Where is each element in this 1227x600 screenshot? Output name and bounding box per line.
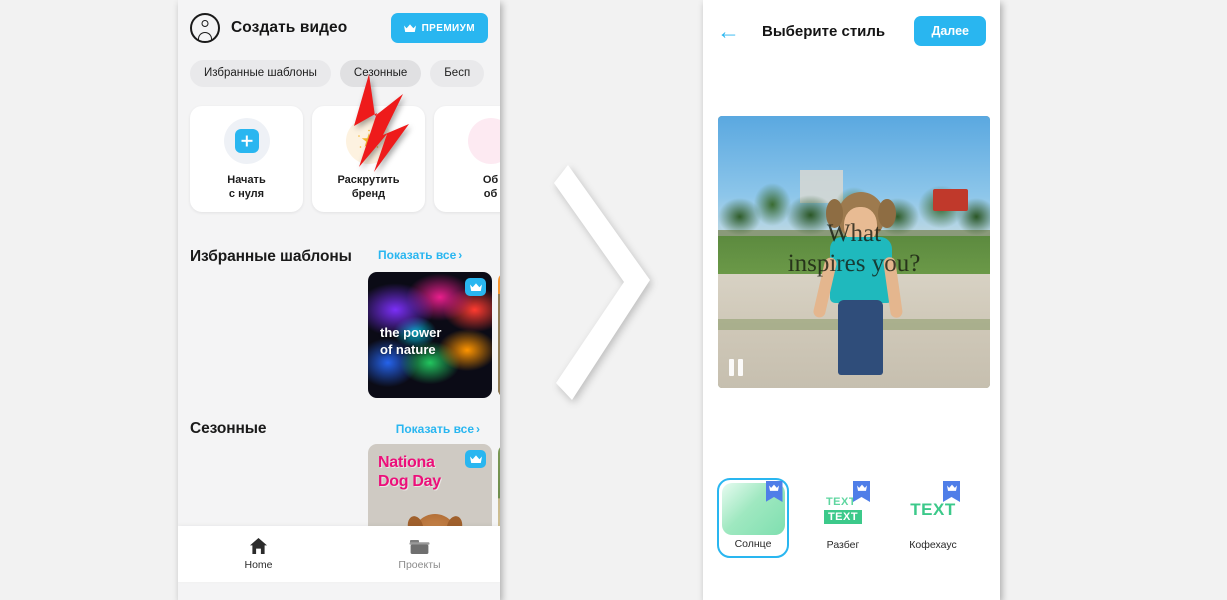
next-button[interactable]: Далее (914, 16, 986, 46)
chevron-right-arrow-icon (554, 165, 664, 400)
section-title: Избранные шаблоны (190, 248, 352, 265)
template-card-power-of-nature[interactable]: the power of nature (368, 272, 492, 398)
plus-square-icon-wrap (223, 117, 270, 164)
folder-icon (409, 538, 430, 555)
section-title: Сезонные (190, 420, 267, 437)
quick-card-start-from-scratch[interactable]: Начать с нуля (190, 106, 303, 212)
style-label: Кофехаус (909, 539, 957, 551)
right-page-title: Выберите стиль (762, 22, 886, 40)
style-label: Разбег (826, 539, 860, 551)
premium-button[interactable]: ПРЕМИУМ (390, 13, 488, 43)
red-lightning-arrow-icon (333, 72, 433, 197)
style-preview-text: TEXT (910, 499, 956, 519)
crown-badge-icon (765, 481, 783, 502)
pause-icon[interactable] (729, 359, 745, 376)
bottom-navigation: Home Проекты (178, 526, 500, 582)
section-header-featured: Избранные шаблоны Показать все › (190, 248, 490, 266)
template-card-text: Nationa Dog Day (378, 454, 441, 490)
style-label: Солнце (734, 538, 772, 550)
pill-free[interactable]: Бесп (430, 59, 485, 87)
quick-card-label: Об об (482, 173, 499, 200)
style-item-razbeg[interactable]: TEXT TEXT Разбег (807, 478, 879, 558)
account-circle-icon[interactable] (190, 13, 220, 43)
right-header: ← Выберите стиль Далее (703, 0, 1000, 62)
style-item-sun[interactable]: Солнце (717, 478, 789, 558)
quick-card-third-cutoff[interactable]: Об об (434, 106, 500, 212)
crown-badge-icon (465, 450, 486, 468)
category-pill-row[interactable]: Избранные шаблоны Сезонные Бесп (178, 56, 485, 90)
left-header: Создать видео ПРЕМИУМ (178, 0, 500, 56)
crown-icon (403, 23, 416, 33)
style-thumb-text-chips: TEXT TEXT (814, 481, 872, 536)
style-preview-text: TEXT (823, 509, 863, 524)
video-subject-girl (811, 192, 904, 376)
home-icon (249, 537, 268, 555)
style-thumb-big-text: TEXT (904, 481, 962, 536)
video-bus (932, 189, 969, 212)
featured-template-row: the power of nature NEW Е с (368, 272, 500, 398)
quick-card-label: Начать с нуля (227, 173, 266, 200)
video-preview[interactable]: What inspires you? (718, 116, 990, 388)
phone-right-style-screen: ← Выберите стиль Далее What inspires you… (703, 0, 1000, 600)
nav-item-projects-label: Проекты (398, 558, 441, 571)
page-title: Создать видео (231, 19, 348, 36)
circle-icon-wrap (467, 117, 500, 164)
style-preview-text: TEXT (825, 495, 857, 508)
nav-item-home-label: Home (244, 559, 273, 571)
template-card-text: the power of nature (380, 325, 442, 357)
show-all-seasonal-link[interactable]: Показать все › (396, 422, 480, 436)
premium-button-label: ПРЕМИУМ (421, 22, 475, 34)
girl-jeans (838, 299, 884, 376)
girl-shirt (829, 237, 893, 304)
crown-badge-icon (465, 278, 486, 296)
bread-photo (498, 294, 500, 398)
nav-item-projects[interactable]: Проекты (339, 526, 500, 582)
style-thumb-green-box-text: TEXTTEXT (994, 483, 1000, 536)
style-selector-strip: Солнце TEXT TEXT Разбег TEXT Кофехаус (717, 478, 1000, 558)
style-item-kofehaus[interactable]: TEXT Кофехаус (897, 478, 969, 558)
template-card-bread[interactable]: NEW (498, 272, 500, 398)
plus-square-icon (234, 128, 259, 153)
show-all-featured-link[interactable]: Показать все › (378, 248, 462, 262)
style-item-radosti[interactable]: TEXTTEXT Радости (987, 478, 1000, 558)
pill-favorites[interactable]: Избранные шаблоны (190, 59, 331, 87)
section-header-seasonal: Сезонные Показать все › (190, 420, 490, 438)
nav-item-home[interactable]: Home (178, 526, 339, 582)
back-arrow-icon[interactable]: ← (717, 19, 740, 43)
style-thumb-gradient-green (721, 481, 785, 535)
